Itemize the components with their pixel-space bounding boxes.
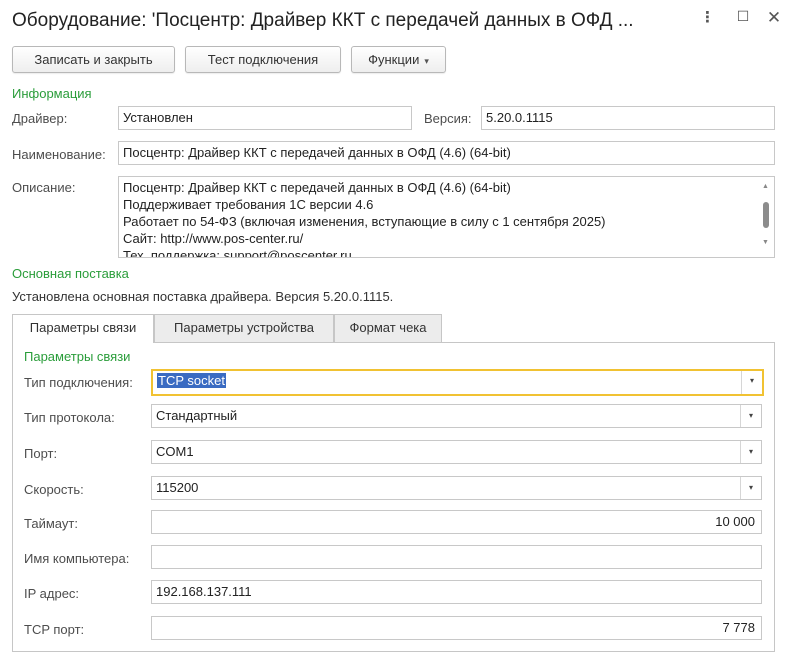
save-and-close-label: Записать и закрыть [34,52,153,67]
functions-label: Функции [368,52,420,67]
version-field[interactable]: 5.20.0.1115 [481,106,775,130]
description-textarea[interactable]: Посцентр: Драйвер ККТ с передачей данных… [118,176,775,258]
driver-label: Драйвер: [12,111,68,126]
name-field[interactable]: Посцентр: Драйвер ККТ с передачей данных… [118,141,775,165]
computer-name-label: Имя компьютера: [24,551,130,566]
maximize-icon[interactable]: ☐ [733,8,753,25]
description-line: Работает по 54-ФЗ (включая изменения, вс… [123,214,606,229]
ip-address-field[interactable]: 192.168.137.111 [151,580,762,604]
active-tab-joint [13,341,153,343]
test-connection-button[interactable]: Тест подключения [185,46,341,73]
info-section-title: Информация [12,86,92,101]
tcp-port-field[interactable]: 7 778 [151,616,762,640]
timeout-field[interactable]: 10 000 [151,510,762,534]
main-delivery-text: Установлена основная поставка драйвера. … [12,289,394,304]
description-line: Сайт: http://www.pos-center.ru/ [123,231,304,246]
protocol-label: Тип протокола: [24,410,115,425]
description-line: Тех. поддержка: support@poscenter.ru [123,248,352,258]
chevron-down-icon[interactable]: ▾ [741,371,762,394]
speed-select[interactable]: 115200 ▾ [151,476,762,500]
tab-connection-params[interactable]: Параметры связи [12,314,154,343]
speed-label: Скорость: [24,482,84,497]
more-menu-icon[interactable]: ⋮ [698,8,718,26]
window-title: Оборудование: 'Посцентр: Драйвер ККТ с п… [12,10,634,31]
port-value: COM1 [156,444,194,459]
tab-receipt-format[interactable]: Формат чека [334,314,442,342]
functions-menu-button[interactable]: Функции ▾ [351,46,446,73]
tcp-port-label: TCP порт: [24,622,85,637]
description-label: Описание: [12,180,76,195]
description-line: Поддерживает требования 1С версии 4.6 [123,197,374,212]
close-icon[interactable]: ✕ [764,8,784,28]
scroll-down-icon[interactable]: ▼ [762,239,769,246]
port-label: Порт: [24,446,58,461]
chevron-down-icon[interactable]: ▾ [740,477,761,499]
connection-type-value: TCP socket [157,373,226,388]
connection-section-title: Параметры связи [24,349,131,364]
connection-type-select[interactable]: TCP socket ▾ [151,369,764,396]
chevron-down-icon[interactable]: ▾ [740,441,761,463]
chevron-down-icon[interactable]: ▾ [740,405,761,427]
protocol-value: Стандартный [156,408,238,423]
tab-device-params[interactable]: Параметры устройства [154,314,334,342]
port-select[interactable]: COM1 ▾ [151,440,762,464]
speed-value: 115200 [156,480,199,495]
timeout-label: Таймаут: [24,516,78,531]
version-label: Версия: [424,111,472,126]
description-scrollbar-thumb[interactable] [763,202,769,228]
ip-address-label: IP адрес: [24,586,80,601]
main-delivery-section-title: Основная поставка [12,266,129,281]
description-line: Посцентр: Драйвер ККТ с передачей данных… [123,180,511,195]
protocol-select[interactable]: Стандартный ▾ [151,404,762,428]
test-connection-label: Тест подключения [207,52,319,67]
name-label: Наименование: [12,147,106,162]
driver-field[interactable]: Установлен [118,106,412,130]
chevron-down-icon: ▾ [424,56,429,66]
computer-name-field[interactable] [151,545,762,569]
save-and-close-button[interactable]: Записать и закрыть [12,46,175,73]
connection-type-label: Тип подключения: [24,375,133,390]
scroll-up-icon[interactable]: ▲ [762,183,769,190]
